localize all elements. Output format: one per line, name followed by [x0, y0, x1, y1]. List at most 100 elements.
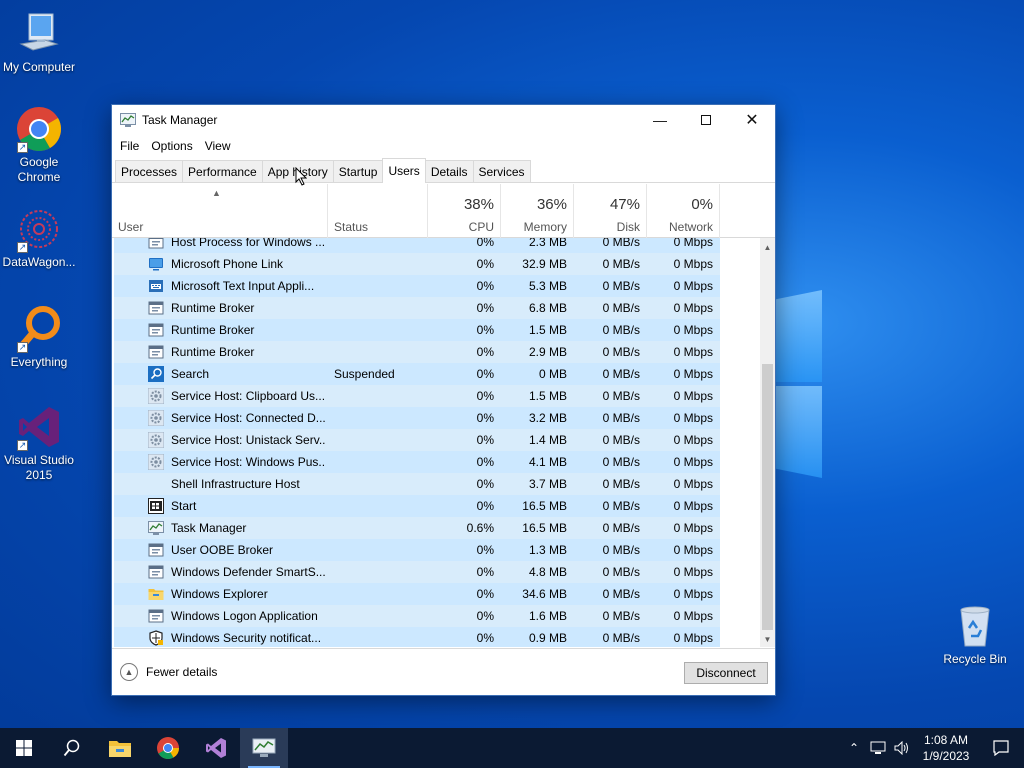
- process-disk: 0 MB/s: [602, 565, 640, 579]
- process-cpu: 0%: [476, 499, 494, 513]
- maximize-icon: [701, 115, 711, 125]
- windows-start-icon: [16, 740, 32, 756]
- menu-view[interactable]: View: [199, 139, 237, 153]
- process-cpu: 0%: [476, 477, 494, 491]
- process-disk: 0 MB/s: [602, 367, 640, 381]
- close-button[interactable]: ✕: [729, 105, 775, 135]
- process-network: 0 Mbps: [673, 411, 713, 425]
- column-header-memory[interactable]: 36% Memory: [501, 184, 574, 238]
- process-row[interactable]: Microsoft Phone Link 0% 32.9 MB 0 MB/s 0 Mbp…: [112, 253, 760, 275]
- desktop-icon-datawagon[interactable]: ↗ DataWagon...: [0, 205, 78, 270]
- taskbar-search-button[interactable]: [48, 728, 96, 768]
- desktop-icon-recycle-bin[interactable]: Recycle Bin: [936, 602, 1014, 667]
- app-frame-icon: [148, 238, 164, 250]
- process-disk: 0 MB/s: [602, 631, 640, 645]
- taskbar-task-manager[interactable]: [240, 728, 288, 768]
- process-cpu: 0%: [476, 279, 494, 293]
- network-status-button[interactable]: [866, 728, 890, 768]
- process-memory: 0 MB: [538, 367, 567, 381]
- process-row[interactable]: Shell Infrastructure Host 0% 3.7 MB 0 MB/s 0…: [112, 473, 760, 495]
- process-row[interactable]: Host Process for Windows ... 0% 2.3 MB 0 MB…: [112, 238, 760, 253]
- vertical-scrollbar[interactable]: ▲ ▼: [760, 238, 775, 647]
- process-name: Service Host: Clipboard Us...: [171, 389, 326, 403]
- process-cpu: 0%: [476, 257, 494, 271]
- column-header-user[interactable]: ▲ User: [112, 184, 328, 238]
- tab-services[interactable]: Services: [472, 160, 531, 182]
- process-memory: 1.4 MB: [528, 433, 567, 447]
- column-header-status[interactable]: Status: [328, 184, 428, 238]
- process-row[interactable]: Service Host: Unistack Serv... 0% 1.4 MB 0 …: [112, 429, 760, 451]
- desktop-icon-my-computer[interactable]: My Computer: [0, 10, 78, 75]
- process-row[interactable]: Start 0% 16.5 MB 0 MB/s 0 Mbps: [112, 495, 760, 517]
- maximize-button[interactable]: [683, 105, 729, 135]
- process-row[interactable]: Windows Security notificat... 0% 0.9 MB 0 M…: [112, 627, 760, 647]
- process-network: 0 Mbps: [673, 631, 713, 645]
- menu-bar: File Options View: [112, 135, 775, 157]
- process-disk: 0 MB/s: [602, 499, 640, 513]
- process-row[interactable]: Search Suspended 0% 0 MB 0 MB/s 0 Mbps: [112, 363, 760, 385]
- process-row[interactable]: Runtime Broker 0% 2.9 MB 0 MB/s 0 Mbps: [112, 341, 760, 363]
- process-row[interactable]: Service Host: Connected D... 0% 3.2 MB 0 MB…: [112, 407, 760, 429]
- taskbar-file-explorer[interactable]: [96, 728, 144, 768]
- taskbar-visual-studio[interactable]: [192, 728, 240, 768]
- desktop-icon-visual-studio[interactable]: ↗ Visual Studio 2015: [0, 403, 78, 483]
- column-header-cpu[interactable]: 38% CPU: [428, 184, 501, 238]
- action-center-button[interactable]: [978, 728, 1024, 768]
- disconnect-button[interactable]: Disconnect: [684, 662, 768, 684]
- title-bar[interactable]: Task Manager — ✕: [112, 105, 775, 135]
- tab-users[interactable]: Users: [382, 158, 426, 183]
- taskbar-clock[interactable]: 1:08 AM 1/9/2023: [914, 732, 978, 764]
- volume-button[interactable]: [890, 728, 914, 768]
- process-disk: 0 MB/s: [602, 543, 640, 557]
- task-manager-icon: [120, 113, 136, 127]
- process-name: Runtime Broker: [171, 323, 255, 337]
- process-row[interactable]: User OOBE Broker 0% 1.3 MB 0 MB/s 0 Mbps: [112, 539, 760, 561]
- column-header-disk[interactable]: 47% Disk: [574, 184, 647, 238]
- process-cpu: 0%: [476, 301, 494, 315]
- tab-startup[interactable]: Startup: [332, 160, 384, 182]
- process-status: [334, 627, 430, 647]
- process-row[interactable]: Task Manager 0.6% 16.5 MB 0 MB/s 0 Mbps: [112, 517, 760, 539]
- process-network: 0 Mbps: [673, 323, 713, 337]
- tab-performance[interactable]: Performance: [182, 160, 263, 182]
- desktop-icon-everything[interactable]: ↗ Everything: [0, 305, 78, 370]
- process-row[interactable]: Runtime Broker 0% 1.5 MB 0 MB/s 0 Mbps: [112, 319, 760, 341]
- start-button[interactable]: [0, 728, 48, 768]
- recycle-bin-icon: [951, 602, 999, 650]
- chevron-up-icon: ▲: [120, 663, 138, 681]
- minimize-button[interactable]: —: [637, 105, 683, 135]
- process-row[interactable]: Windows Defender SmartS... 0% 4.8 MB 0 MB/s…: [112, 561, 760, 583]
- taskbar-chrome[interactable]: [144, 728, 192, 768]
- folder-icon: [148, 586, 164, 602]
- process-status: [334, 429, 430, 451]
- fewer-details-button[interactable]: ▲ Fewer details: [120, 663, 217, 681]
- computer-icon: [15, 10, 63, 58]
- menu-file[interactable]: File: [114, 139, 145, 153]
- tab-processes[interactable]: Processes: [115, 160, 184, 182]
- process-disk: 0 MB/s: [602, 301, 640, 315]
- process-row[interactable]: Microsoft Text Input Appli... 0% 5.3 MB 0 M…: [112, 275, 760, 297]
- process-row[interactable]: Service Host: Windows Pus... 0% 4.1 MB 0 MB…: [112, 451, 760, 473]
- scrollbar-thumb[interactable]: [762, 364, 773, 630]
- process-disk: 0 MB/s: [602, 257, 640, 271]
- tab-details[interactable]: Details: [424, 160, 474, 182]
- process-cpu: 0.6%: [466, 521, 494, 535]
- scroll-down-icon[interactable]: ▼: [760, 633, 775, 647]
- process-row[interactable]: Runtime Broker 0% 6.8 MB 0 MB/s 0 Mbps: [112, 297, 760, 319]
- process-cpu: 0%: [476, 389, 494, 403]
- column-header-network[interactable]: 0% Network: [647, 184, 720, 238]
- process-memory: 3.7 MB: [528, 477, 567, 491]
- process-cpu: 0%: [476, 345, 494, 359]
- tray-expand-button[interactable]: ⌃: [842, 728, 866, 768]
- blank-icon: [148, 476, 164, 492]
- process-status: [334, 319, 430, 341]
- desktop-icon-google-chrome[interactable]: ↗ Google Chrome: [0, 105, 78, 185]
- process-row[interactable]: Windows Logon Application 0% 1.6 MB 0 MB/s 0…: [112, 605, 760, 627]
- app-frame-icon: [148, 542, 164, 558]
- app-frame-icon: [148, 564, 164, 580]
- process-row[interactable]: Windows Explorer 0% 34.6 MB 0 MB/s 0 Mbps: [112, 583, 760, 605]
- menu-options[interactable]: Options: [145, 139, 198, 153]
- scroll-up-icon[interactable]: ▲: [760, 241, 775, 255]
- chrome-icon: [157, 737, 179, 759]
- process-row[interactable]: Service Host: Clipboard Us... 0% 1.5 MB 0 M…: [112, 385, 760, 407]
